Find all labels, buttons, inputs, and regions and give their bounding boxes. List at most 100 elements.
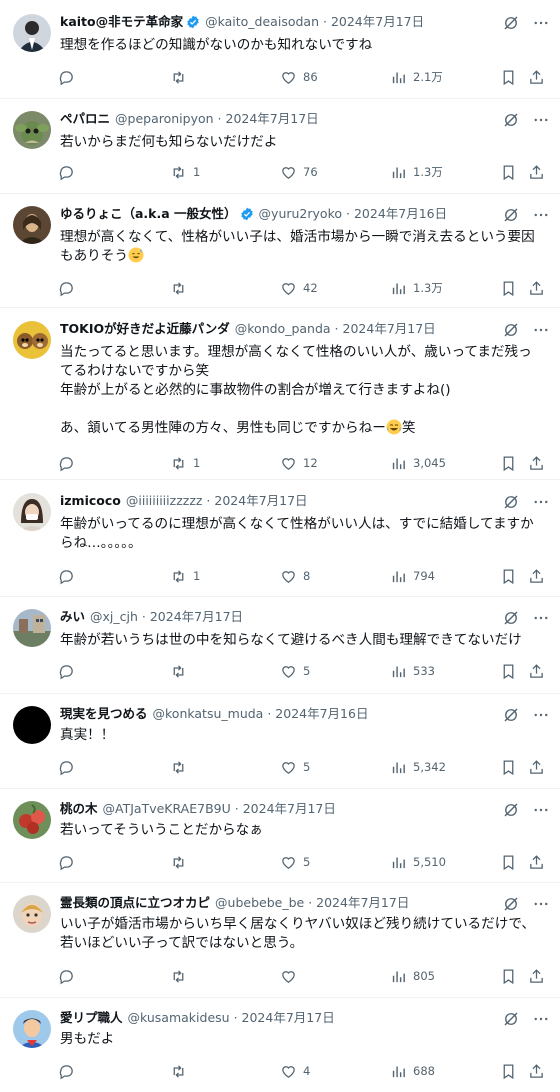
user-handle[interactable]: @kusamakidesu — [128, 1010, 230, 1025]
avatar-doll-icon[interactable] — [13, 895, 51, 933]
views-button[interactable]: 1.3万 — [390, 163, 443, 181]
post-date[interactable]: 2024年7月17日 — [331, 14, 424, 29]
more-icon[interactable] — [532, 801, 550, 819]
avatar-black-icon[interactable] — [13, 706, 51, 744]
reply-button[interactable] — [58, 758, 81, 776]
views-button[interactable]: 794 — [390, 567, 435, 585]
post-date[interactable]: 2024年7月17日 — [316, 895, 409, 910]
user-handle[interactable]: @ATJaTveKRAE7B9U — [103, 801, 231, 816]
user-name[interactable]: ゆるりょこ（a.k.a 一般女性） — [60, 206, 237, 221]
tweet[interactable]: 桃の木 @ATJaTveKRAE7B9U · 2024年7月17日 若いってそうい… — [0, 789, 560, 883]
like-button[interactable]: 8 — [280, 567, 310, 585]
reply-button[interactable] — [58, 662, 81, 680]
more-icon[interactable] — [532, 895, 550, 913]
like-button[interactable]: 42 — [280, 279, 318, 297]
user-handle[interactable]: @kondo_panda — [235, 321, 331, 336]
user-handle[interactable]: @xj_cjh — [90, 609, 138, 624]
share-button[interactable] — [528, 163, 545, 181]
user-name[interactable]: みい — [60, 609, 85, 624]
more-icon[interactable] — [532, 706, 550, 724]
retweet-button[interactable]: 1 — [170, 567, 200, 585]
post-date[interactable]: 2024年7月17日 — [226, 111, 319, 126]
reply-button[interactable] — [58, 1062, 81, 1080]
reply-button[interactable] — [58, 68, 81, 86]
bookmark-button[interactable] — [500, 853, 517, 871]
bookmark-button[interactable] — [500, 454, 517, 472]
tweet[interactable]: TOKIOが好きだよ近藤パンダ @kondo_panda · 2024年7月17日… — [0, 308, 560, 480]
views-button[interactable]: 533 — [390, 662, 435, 680]
share-button[interactable] — [528, 454, 545, 472]
grok-icon[interactable] — [502, 1010, 520, 1028]
user-handle[interactable]: @iiiiiiiiizzzzz — [126, 493, 203, 508]
user-handle[interactable]: @yuru2ryoko — [259, 206, 342, 221]
post-date[interactable]: 2024年7月17日 — [150, 609, 243, 624]
avatar-chipmunk-icon[interactable] — [13, 321, 51, 359]
retweet-button[interactable] — [170, 68, 193, 86]
tweet[interactable]: 現実を見つめる @konkatsu_muda · 2024年7月16日 真実！！ … — [0, 694, 560, 789]
like-button[interactable]: 86 — [280, 68, 318, 86]
user-name[interactable]: 霊長類の頂点に立つオカピ — [60, 895, 210, 910]
share-button[interactable] — [528, 68, 545, 86]
views-button[interactable]: 805 — [390, 967, 435, 985]
retweet-button[interactable] — [170, 662, 193, 680]
share-button[interactable] — [528, 758, 545, 776]
bookmark-button[interactable] — [500, 967, 517, 985]
grok-icon[interactable] — [502, 14, 520, 32]
retweet-button[interactable] — [170, 967, 193, 985]
share-button[interactable] — [528, 967, 545, 985]
grok-icon[interactable] — [502, 801, 520, 819]
user-handle[interactable]: @ubebebe_be — [215, 895, 304, 910]
post-date[interactable]: 2024年7月17日 — [242, 1010, 335, 1025]
views-button[interactable]: 1.3万 — [390, 279, 443, 297]
views-button[interactable]: 3,045 — [390, 454, 446, 472]
bookmark-button[interactable] — [500, 567, 517, 585]
bookmark-button[interactable] — [500, 279, 517, 297]
user-name[interactable]: 桃の木 — [60, 801, 98, 816]
like-button[interactable]: 5 — [280, 662, 310, 680]
views-button[interactable]: 688 — [390, 1062, 435, 1080]
avatar-peach-icon[interactable] — [13, 801, 51, 839]
more-icon[interactable] — [532, 206, 550, 224]
avatar-creature-icon[interactable] — [13, 111, 51, 149]
more-icon[interactable] — [532, 111, 550, 129]
tweet[interactable]: 霊長類の頂点に立つオカピ @ubebebe_be · 2024年7月17日 いい子… — [0, 883, 560, 998]
reply-button[interactable] — [58, 454, 81, 472]
user-handle[interactable]: @peparonipyon — [115, 111, 214, 126]
retweet-button[interactable] — [170, 758, 193, 776]
avatar-suit-icon[interactable] — [13, 14, 51, 52]
grok-icon[interactable] — [502, 609, 520, 627]
like-button[interactable]: 5 — [280, 758, 310, 776]
grok-icon[interactable] — [502, 706, 520, 724]
reply-button[interactable] — [58, 967, 81, 985]
retweet-button[interactable] — [170, 853, 193, 871]
views-button[interactable]: 2.1万 — [390, 68, 443, 86]
bookmark-button[interactable] — [500, 758, 517, 776]
share-button[interactable] — [528, 853, 545, 871]
grok-icon[interactable] — [502, 895, 520, 913]
grok-icon[interactable] — [502, 321, 520, 339]
user-name[interactable]: kaito@非モテ革命家 — [60, 14, 183, 29]
like-button[interactable]: 12 — [280, 454, 318, 472]
user-name[interactable]: TOKIOが好きだよ近藤パンダ — [60, 321, 230, 336]
tweet[interactable]: みい @xj_cjh · 2024年7月17日 年齢が若いうちは世の中を知らなくて… — [0, 597, 560, 694]
like-button[interactable] — [280, 967, 303, 985]
bookmark-button[interactable] — [500, 163, 517, 181]
retweet-button[interactable] — [170, 1062, 193, 1080]
more-icon[interactable] — [532, 14, 550, 32]
grok-icon[interactable] — [502, 111, 520, 129]
more-icon[interactable] — [532, 1010, 550, 1028]
avatar-portrait-icon[interactable] — [13, 206, 51, 244]
share-button[interactable] — [528, 279, 545, 297]
tweet[interactable]: izmicoco @iiiiiiiiizzzzz · 2024年7月17日 年齢が… — [0, 480, 560, 597]
like-button[interactable]: 4 — [280, 1062, 310, 1080]
tweet[interactable]: kaito@非モテ革命家 @kaito_deaisodan · 2024年7月17… — [0, 0, 560, 99]
like-button[interactable]: 76 — [280, 163, 318, 181]
grok-icon[interactable] — [502, 493, 520, 511]
post-date[interactable]: 2024年7月17日 — [214, 493, 307, 508]
tweet[interactable]: ペパロニ @peparonipyon · 2024年7月17日 若いからまだ何も知… — [0, 99, 560, 194]
share-button[interactable] — [528, 1062, 545, 1080]
tweet[interactable]: 愛リプ職人 @kusamakidesu · 2024年7月17日 男もだよ 4 6… — [0, 998, 560, 1092]
more-icon[interactable] — [532, 609, 550, 627]
reply-button[interactable] — [58, 279, 81, 297]
post-date[interactable]: 2024年7月16日 — [354, 206, 447, 221]
